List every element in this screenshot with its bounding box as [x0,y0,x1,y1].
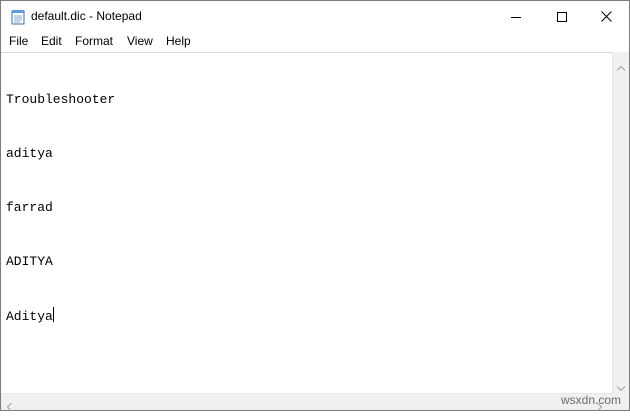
text-caret [52,307,54,322]
close-icon [600,11,612,22]
menu-edit[interactable]: Edit [41,34,62,48]
watermark: wsxdn.com [561,393,622,407]
editor-content[interactable]: Troubleshooter aditya farrad ADITYA Adit… [6,55,115,362]
maximize-button[interactable] [539,1,585,32]
vertical-scrollbar[interactable] [612,52,629,393]
editor-line: aditya [6,146,53,161]
notepad-window: default.dic - Notepad File Edit Format V… [0,0,630,412]
menu-help[interactable]: Help [166,34,191,48]
menu-bar: File Edit Format View Help [1,32,629,52]
notepad-icon [11,9,25,25]
maximize-icon [557,11,567,22]
editor-line-text: Aditya [6,309,53,324]
editor-line: Troubleshooter [6,92,116,107]
window-title: default.dic - Notepad [31,9,142,23]
editor-line: ADITYA [6,254,53,269]
scroll-up-arrow-icon[interactable] [616,58,626,76]
horizontal-scrollbar[interactable] [1,393,612,412]
menu-view[interactable]: View [127,34,153,48]
scroll-left-arrow-icon[interactable] [6,398,12,416]
title-bar[interactable]: default.dic - Notepad [1,1,629,32]
editor-line: farrad [6,200,53,215]
menu-format[interactable]: Format [75,34,113,48]
text-editor[interactable]: Troubleshooter aditya farrad ADITYA Adit… [1,52,612,393]
minimize-icon [511,16,521,18]
menu-file[interactable]: File [9,34,28,48]
close-button[interactable] [583,1,629,32]
editor-line-last: Aditya [6,307,115,326]
minimize-button[interactable] [493,1,539,32]
